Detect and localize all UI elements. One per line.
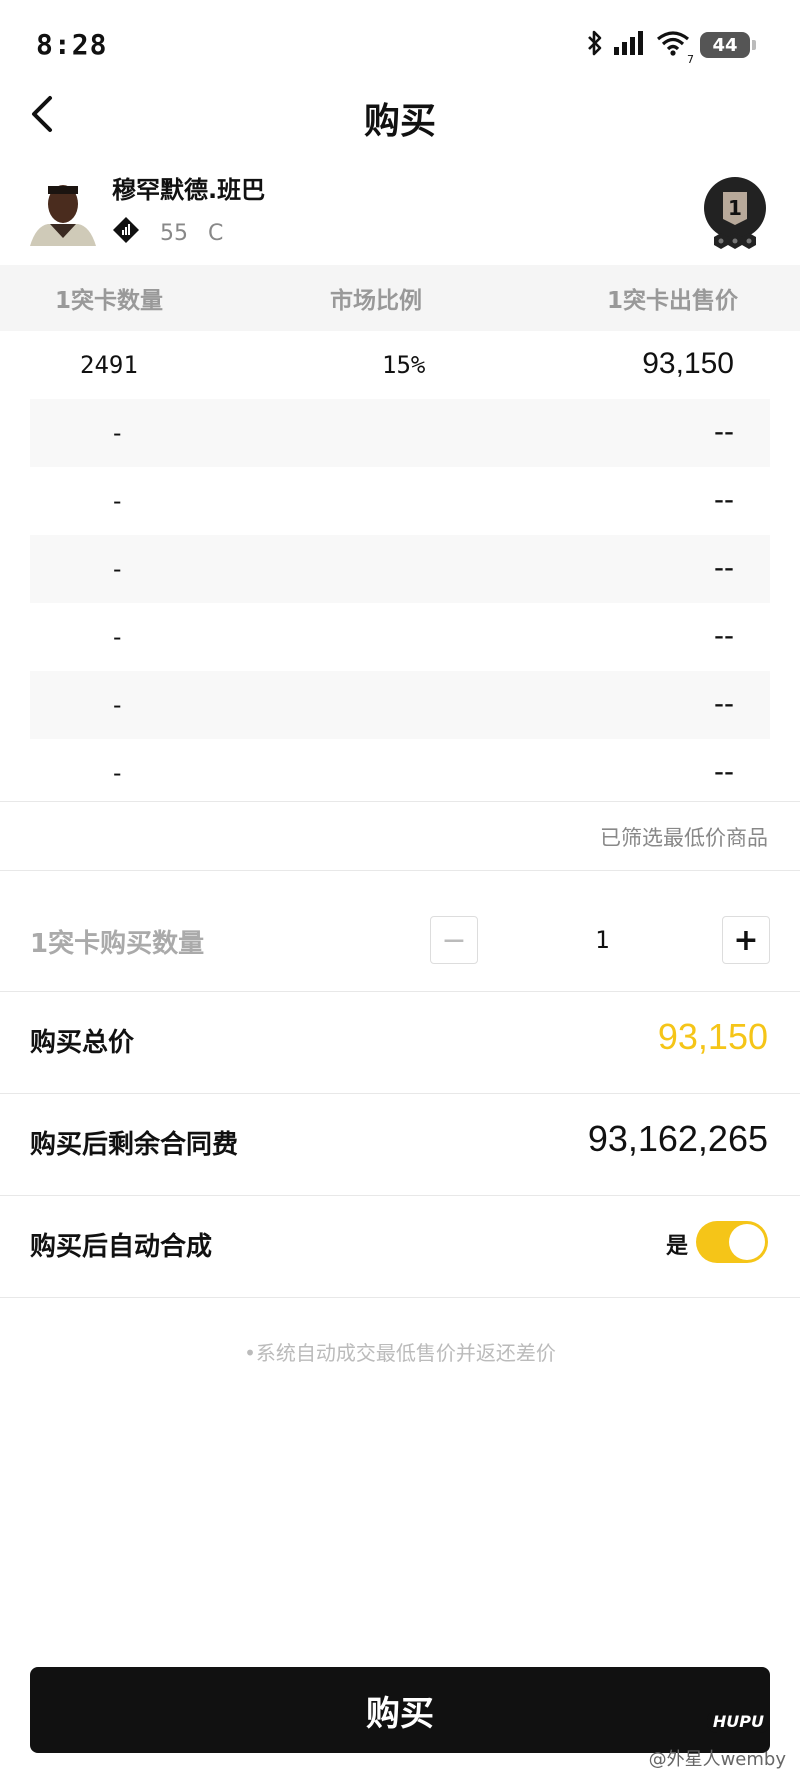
total-label: 购买总价 [30, 1028, 135, 1058]
wifi-icon: 7 [656, 30, 694, 66]
listing-table: 2491 15% 93,150 - -- - -- - -- - -- - --… [0, 331, 800, 807]
table-row: - -- [0, 467, 800, 535]
toggle-knob [729, 1224, 765, 1260]
purchase-qty-label: 1突卡购买数量 [30, 929, 205, 959]
player-rating: 55 [160, 220, 188, 246]
row-qty: 2491 [80, 351, 138, 379]
remaining-value: 93,162,265 [587, 1118, 768, 1159]
divider [0, 801, 800, 802]
header-price: 1突卡出售价 [606, 288, 738, 314]
decrease-qty-button[interactable]: − [430, 916, 478, 964]
row-qty: - [110, 691, 125, 719]
rank-number: 1 [728, 196, 742, 220]
row-price: -- [714, 755, 734, 788]
row-qty: - [110, 419, 125, 447]
page-title: 购买 [363, 101, 436, 142]
bluetooth-icon [586, 30, 604, 60]
remaining-label: 购买后剩余合同费 [30, 1130, 239, 1160]
player-header: 穆罕默德.班巴 55 C 1 [0, 160, 800, 260]
row-price: -- [714, 619, 734, 652]
auto-compose-label: 购买后自动合成 [30, 1232, 213, 1262]
watermark: @外星人wemby [648, 1749, 786, 1770]
row-price: 93,150 [642, 347, 734, 380]
row-qty: - [110, 623, 125, 651]
row-ratio: 15% [382, 351, 426, 379]
filter-note: 已筛选最低价商品 [600, 826, 768, 850]
signal-icon [614, 31, 646, 59]
row-price: -- [714, 687, 734, 720]
auto-compose-toggle-label: 是 [665, 1234, 688, 1259]
battery-icon: 44 [700, 32, 756, 58]
disclaimer: •系统自动成交最低售价并返还差价 [244, 1341, 556, 1365]
divider [0, 1297, 800, 1298]
row-price: -- [714, 483, 734, 516]
header-qty: 1突卡数量 [55, 288, 164, 314]
status-icons: 7 44 [586, 30, 756, 66]
player-name: 穆罕默德.班巴 [112, 176, 266, 204]
status-bar: 8:28 7 44 [0, 0, 800, 90]
header-ratio: 市场比例 [330, 288, 422, 314]
purchase-qty-value[interactable]: 1 [595, 926, 609, 954]
divider [0, 870, 800, 871]
player-position: C [208, 220, 224, 246]
remaining-row: 购买后剩余合同费 93,162,265 [0, 1094, 800, 1194]
row-qty: - [110, 759, 125, 787]
player-avatar [28, 176, 98, 246]
status-time: 8:28 [36, 28, 108, 61]
wifi-sub-label: 7 [687, 53, 694, 66]
auto-compose-toggle[interactable] [696, 1221, 768, 1263]
total-value: 93,150 [657, 1016, 768, 1057]
table-row: - -- [0, 603, 800, 671]
table-row[interactable]: 2491 15% 93,150 [0, 331, 800, 399]
table-row: - -- [30, 671, 770, 739]
row-price: -- [714, 551, 734, 584]
row-qty: - [110, 555, 125, 583]
table-row: - -- [30, 399, 770, 467]
increase-qty-button[interactable]: + [722, 916, 770, 964]
table-row: - -- [30, 535, 770, 603]
hupu-logo: HUPU [706, 1710, 770, 1733]
table-header: 1突卡数量 市场比例 1突卡出售价 [0, 265, 800, 331]
row-price: -- [714, 415, 734, 448]
player-meta: 55 C [112, 216, 223, 250]
auto-compose-row: 购买后自动合成 是 [0, 1196, 800, 1296]
table-row: - -- [0, 739, 800, 807]
buy-button[interactable]: 购买 [30, 1667, 770, 1753]
rank-badge: 1 [700, 175, 770, 255]
row-qty: - [110, 487, 125, 515]
tier-icon [112, 216, 140, 250]
total-row: 购买总价 93,150 [0, 992, 800, 1092]
nav-bar: 购买 [0, 80, 800, 150]
